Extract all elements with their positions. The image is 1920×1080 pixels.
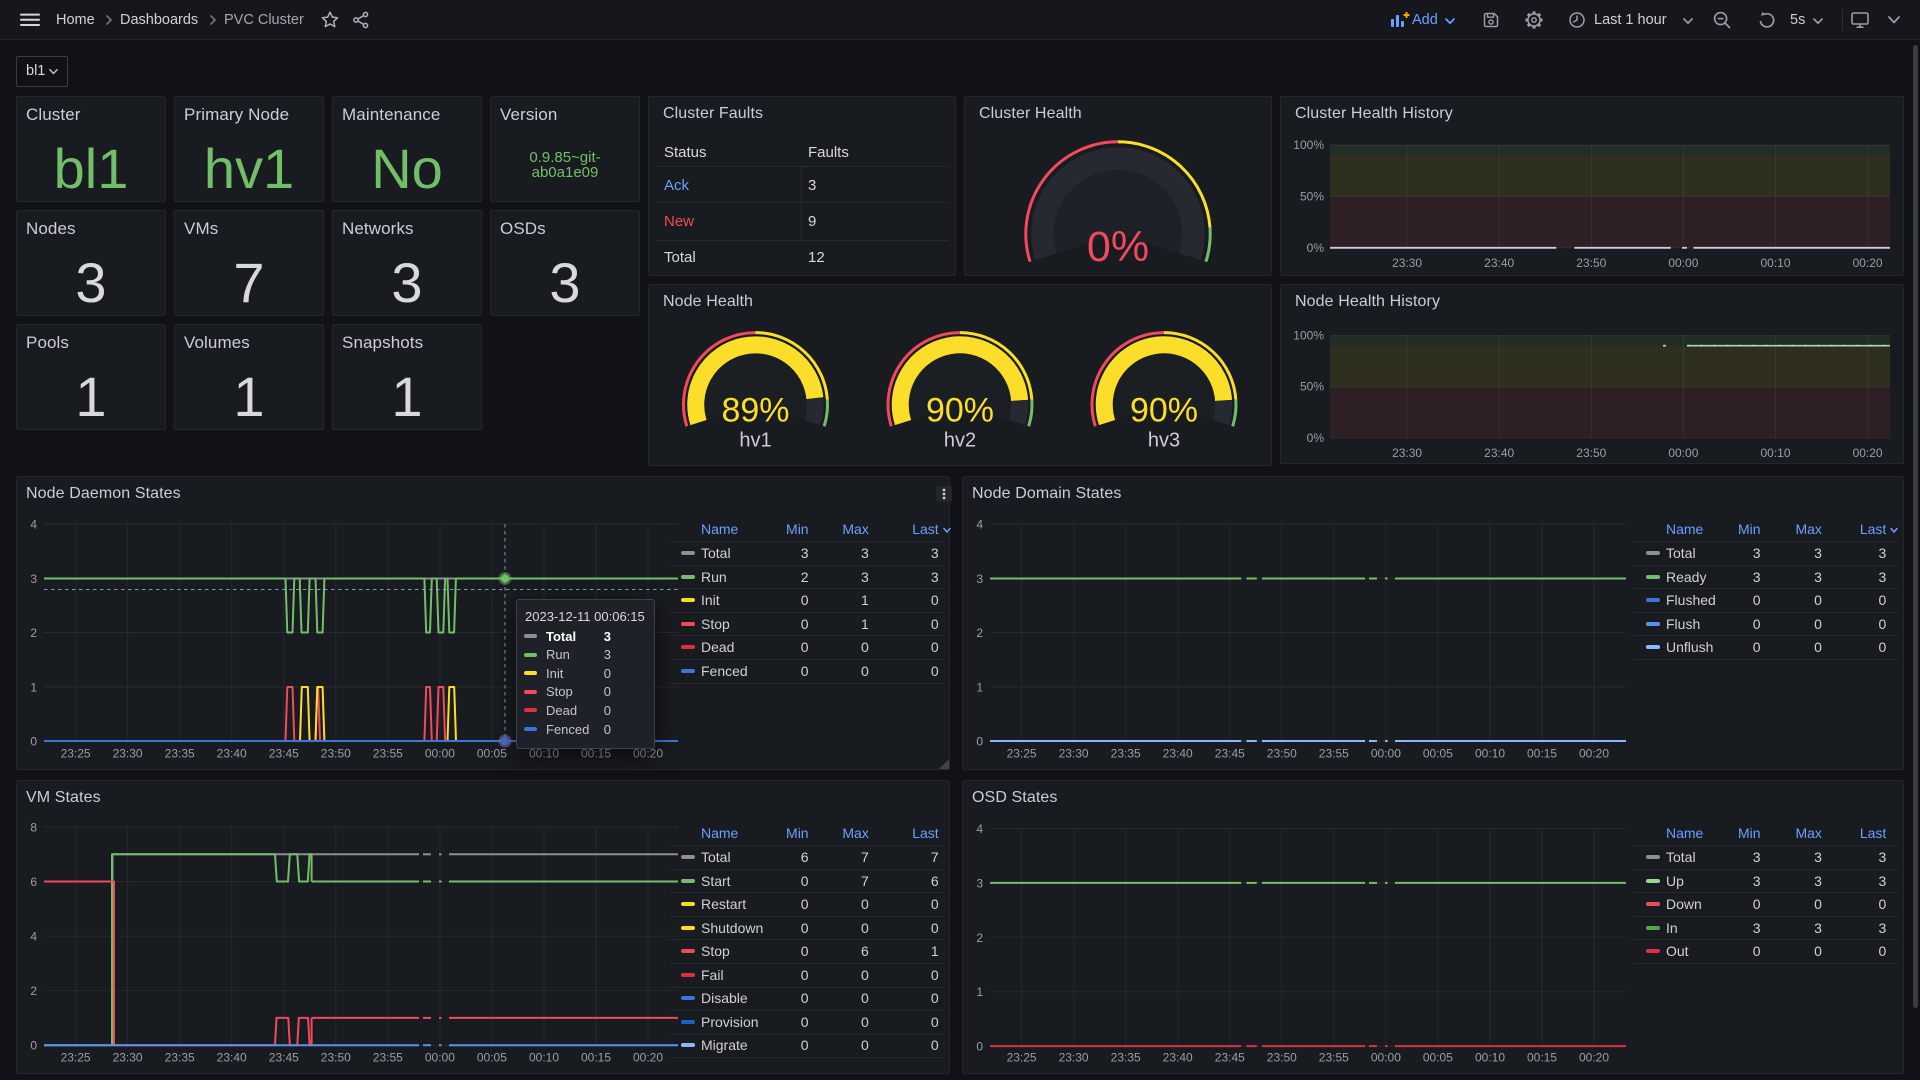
svg-text:23:40: 23:40 (1163, 747, 1193, 761)
svg-text:00:00: 00:00 (1668, 446, 1698, 460)
svg-text:23:40: 23:40 (217, 1051, 247, 1065)
svg-text:23:25: 23:25 (61, 1051, 91, 1065)
svg-text:00:15: 00:15 (1527, 747, 1557, 761)
svg-text:23:35: 23:35 (1111, 1051, 1141, 1065)
svg-text:89%: 89% (721, 392, 789, 430)
svg-text:4: 4 (976, 822, 983, 836)
svg-text:4: 4 (976, 518, 983, 532)
svg-text:23:55: 23:55 (373, 1051, 403, 1065)
svg-text:00:15: 00:15 (1527, 1051, 1557, 1065)
svg-text:00:10: 00:10 (1760, 446, 1790, 460)
svg-text:23:50: 23:50 (1267, 747, 1297, 761)
svg-text:23:55: 23:55 (1319, 1051, 1349, 1065)
svg-text:23:25: 23:25 (1007, 747, 1037, 761)
svg-text:6: 6 (30, 875, 37, 889)
svg-text:50%: 50% (1300, 380, 1324, 394)
svg-text:hv1: hv1 (739, 430, 771, 452)
svg-text:0: 0 (976, 1040, 983, 1054)
svg-text:3: 3 (976, 572, 983, 586)
svg-text:0%: 0% (1307, 241, 1325, 255)
svg-text:23:40: 23:40 (1484, 256, 1514, 270)
svg-text:23:30: 23:30 (1059, 1051, 1089, 1065)
svg-text:00:00: 00:00 (1668, 256, 1698, 270)
svg-text:23:50: 23:50 (321, 1051, 351, 1065)
svg-text:hv2: hv2 (944, 430, 976, 452)
svg-text:8: 8 (30, 821, 37, 835)
svg-text:23:35: 23:35 (1111, 747, 1141, 761)
svg-text:23:30: 23:30 (1059, 747, 1089, 761)
svg-text:00:05: 00:05 (477, 747, 507, 761)
svg-text:00:10: 00:10 (1475, 747, 1505, 761)
svg-text:23:55: 23:55 (373, 747, 403, 761)
svg-text:23:45: 23:45 (269, 1051, 299, 1065)
svg-text:50%: 50% (1300, 189, 1324, 203)
svg-text:23:40: 23:40 (1484, 446, 1514, 460)
svg-text:90%: 90% (926, 392, 994, 430)
svg-text:00:00: 00:00 (1371, 1051, 1401, 1065)
svg-text:00:00: 00:00 (425, 747, 455, 761)
svg-text:00:05: 00:05 (1423, 747, 1453, 761)
svg-text:23:50: 23:50 (1267, 1051, 1297, 1065)
svg-text:00:20: 00:20 (1853, 446, 1883, 460)
svg-text:4: 4 (30, 930, 37, 944)
svg-text:23:45: 23:45 (269, 747, 299, 761)
svg-text:hv3: hv3 (1148, 430, 1180, 452)
svg-text:2: 2 (976, 626, 983, 640)
svg-text:23:35: 23:35 (165, 747, 195, 761)
svg-text:2: 2 (30, 626, 37, 640)
svg-text:100%: 100% (1293, 138, 1324, 152)
svg-text:2: 2 (976, 931, 983, 945)
svg-text:00:20: 00:20 (1579, 747, 1609, 761)
svg-text:23:25: 23:25 (1007, 1051, 1037, 1065)
svg-text:00:20: 00:20 (633, 1051, 663, 1065)
svg-text:00:00: 00:00 (425, 1051, 455, 1065)
svg-text:00:00: 00:00 (1371, 747, 1401, 761)
svg-text:00:10: 00:10 (1760, 256, 1790, 270)
svg-text:23:35: 23:35 (165, 1051, 195, 1065)
svg-text:4: 4 (30, 518, 37, 532)
svg-text:2: 2 (30, 984, 37, 998)
svg-text:100%: 100% (1293, 329, 1324, 343)
svg-text:23:40: 23:40 (1163, 1051, 1193, 1065)
svg-text:3: 3 (30, 572, 37, 586)
svg-text:23:55: 23:55 (1319, 747, 1349, 761)
svg-text:0%: 0% (1307, 431, 1325, 445)
svg-text:00:15: 00:15 (581, 1051, 611, 1065)
svg-text:23:30: 23:30 (113, 1051, 143, 1065)
svg-text:1: 1 (30, 681, 37, 695)
svg-text:23:45: 23:45 (1215, 747, 1245, 761)
svg-text:00:20: 00:20 (1853, 256, 1883, 270)
svg-text:23:30: 23:30 (1392, 446, 1422, 460)
svg-text:23:40: 23:40 (217, 747, 247, 761)
svg-text:00:20: 00:20 (1579, 1051, 1609, 1065)
svg-text:23:50: 23:50 (1576, 446, 1606, 460)
svg-text:1: 1 (976, 681, 983, 695)
svg-text:00:10: 00:10 (1475, 1051, 1505, 1065)
svg-text:3: 3 (976, 876, 983, 890)
svg-text:23:30: 23:30 (1392, 256, 1422, 270)
svg-text:1: 1 (976, 985, 983, 999)
svg-text:0: 0 (30, 735, 37, 749)
svg-text:00:10: 00:10 (529, 1051, 559, 1065)
svg-text:00:05: 00:05 (477, 1051, 507, 1065)
svg-text:23:50: 23:50 (321, 747, 351, 761)
svg-text:23:25: 23:25 (61, 747, 91, 761)
svg-text:23:30: 23:30 (113, 747, 143, 761)
svg-text:90%: 90% (1130, 392, 1198, 430)
svg-text:0: 0 (976, 735, 983, 749)
svg-text:23:45: 23:45 (1215, 1051, 1245, 1065)
svg-text:0%: 0% (1087, 223, 1149, 271)
svg-text:23:50: 23:50 (1576, 256, 1606, 270)
svg-text:0: 0 (30, 1039, 37, 1053)
svg-text:00:05: 00:05 (1423, 1051, 1453, 1065)
